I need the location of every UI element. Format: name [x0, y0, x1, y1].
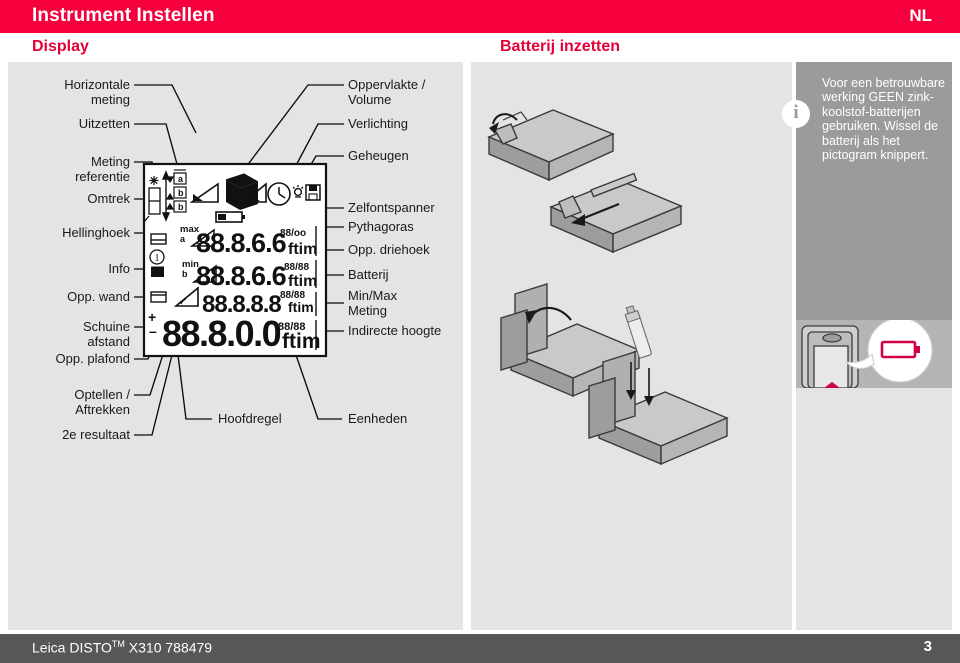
- footer-page-number: 3: [923, 638, 932, 655]
- lcd-row2-digits: 88.8.6.6: [196, 261, 287, 291]
- info-panel: Voor een betrouwbare werking GEEN zink-k…: [782, 62, 952, 630]
- lcd-minus-sign: –: [149, 323, 157, 339]
- svg-text:b: b: [178, 202, 184, 212]
- lcd-unit-2: ftim: [288, 273, 317, 290]
- battery-step-1: [487, 109, 615, 182]
- battery-illustration-panel: [471, 62, 792, 630]
- opp-wand-icon: [151, 265, 164, 277]
- title-bar: Instrument Instellen NL: [0, 0, 960, 33]
- volume-cube-icon: [225, 173, 259, 210]
- lcd-unit-main: ftim: [282, 330, 321, 353]
- display-section-heading: Display: [32, 38, 89, 55]
- battery-low-illustration: [796, 320, 952, 388]
- lcd-small-unit-1: 88/oo: [280, 228, 306, 239]
- battery-section-heading: Batterij inzetten: [500, 38, 621, 55]
- battery-step-2: [549, 172, 683, 254]
- battery-step-4: [588, 305, 729, 466]
- lcd-row1-digits: 88.8.6.6: [196, 228, 287, 258]
- footer-bar: Leica DISTOTM X310 788479 3: [0, 634, 960, 663]
- lcd-unit-3: ftim: [288, 299, 314, 315]
- lcd-small-unit-3: 88/88: [280, 290, 305, 301]
- svg-text:b: b: [178, 188, 184, 198]
- footer-product: Leica DISTOTM X310 788479: [32, 639, 212, 656]
- info-note-text: Voor een betrouwbare werking GEEN zink-k…: [822, 76, 946, 163]
- page-title: Instrument Instellen: [32, 5, 215, 26]
- lcd-small-unit-main: 88/88: [278, 321, 306, 333]
- footer-product-name: Leica DISTO: [32, 639, 112, 656]
- lcd-unit-1: ftim: [288, 241, 317, 258]
- language-badge: NL: [909, 6, 932, 25]
- lcd-main-digits: 88.8.0.0: [162, 313, 281, 354]
- laser-icon: [149, 176, 159, 185]
- svg-text:1: 1: [155, 253, 160, 264]
- info-circle-icon: [782, 100, 810, 128]
- svg-text:b: b: [182, 269, 188, 279]
- lcd-small-unit-2: 88/88: [284, 262, 309, 273]
- lcd-display: a b b max min a b 1 + – 88.8.6.6 88.8.6.…: [140, 160, 330, 360]
- footer-trademark: TM: [111, 639, 125, 649]
- page-root: Instrument Instellen NL Display Batterij…: [0, 0, 960, 663]
- footer-model: X310 788479: [124, 639, 213, 656]
- info-note-block: Voor een betrouwbare werking GEEN zink-k…: [782, 62, 952, 320]
- battery-steps-illustration: [487, 109, 729, 466]
